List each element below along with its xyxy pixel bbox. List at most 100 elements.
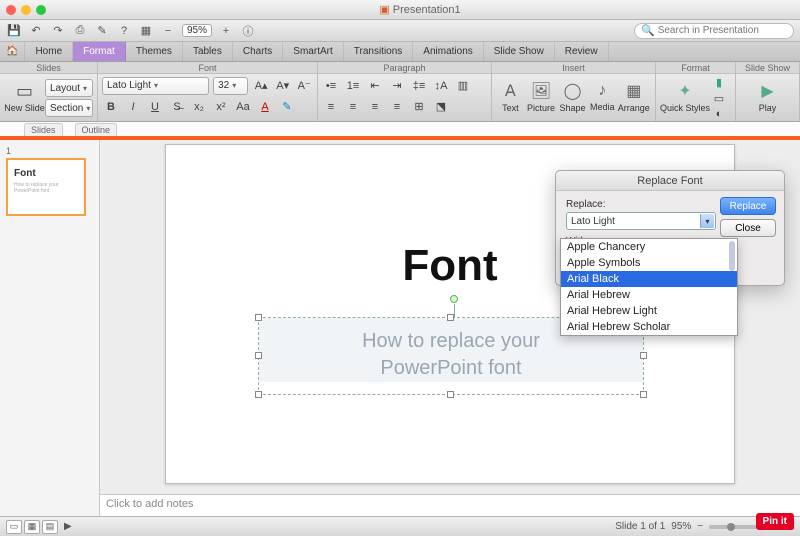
normal-view-button[interactable]: ▭ — [6, 520, 22, 534]
quick-styles-button[interactable]: ✦Quick Styles — [660, 75, 710, 119]
text-direction-button[interactable]: ↕A — [432, 77, 450, 95]
tab-themes[interactable]: Themes — [126, 42, 183, 61]
zoom-out-icon[interactable]: − — [160, 23, 176, 39]
close-button[interactable]: Close — [720, 219, 776, 237]
outline-tab[interactable]: Outline — [75, 123, 118, 136]
increase-indent-button[interactable]: ⇥ — [388, 77, 406, 95]
font-dropdown-list[interactable]: Apple Chancery Apple Symbols Arial Black… — [560, 238, 738, 336]
shape-effects-button[interactable]: ◐ — [710, 107, 728, 121]
replace-font-select[interactable]: Lato Light▾ — [566, 212, 716, 230]
tab-tables[interactable]: Tables — [183, 42, 233, 61]
status-zoom-value[interactable]: 95% — [671, 521, 691, 532]
italic-button[interactable]: I — [124, 98, 142, 116]
layout-select[interactable]: Layout▾ — [45, 79, 93, 97]
font-option[interactable]: Arial Hebrew Scholar — [561, 319, 737, 335]
resize-handle-nw[interactable] — [255, 314, 262, 321]
presenter-view-button[interactable]: ▶ — [64, 521, 72, 532]
save-icon[interactable]: 💾 — [6, 23, 22, 39]
shrink-font-button[interactable]: A▾ — [274, 77, 292, 95]
font-option[interactable]: Apple Symbols — [561, 255, 737, 271]
arrange-button[interactable]: ▦Arrange — [617, 75, 651, 119]
font-color-button[interactable]: A — [256, 98, 274, 116]
search-box[interactable]: 🔍 — [634, 23, 794, 39]
media-button[interactable]: ♪Media — [588, 75, 617, 119]
resize-handle-sw[interactable] — [255, 391, 262, 398]
convert-smartart-button[interactable]: ⬔ — [432, 98, 450, 116]
slides-tab[interactable]: Slides — [24, 123, 63, 136]
slide-thumbnail[interactable]: Font How to replace your PowerPoint font — [6, 158, 86, 216]
resize-handle-se[interactable] — [640, 391, 647, 398]
play-button[interactable]: ▶Play — [747, 75, 789, 119]
close-window-button[interactable] — [6, 5, 16, 15]
picture-button[interactable]: 🖼Picture — [525, 75, 558, 119]
line-spacing-button[interactable]: ‡≡ — [410, 77, 428, 95]
subscript-button[interactable]: x₂ — [190, 98, 208, 116]
sorter-view-button[interactable]: ▦ — [24, 520, 40, 534]
print-icon[interactable]: ⎙ — [72, 23, 88, 39]
tab-home[interactable]: Home — [25, 42, 73, 61]
font-option[interactable]: Arial Hebrew Light — [561, 303, 737, 319]
tab-review[interactable]: Review — [555, 42, 609, 61]
resize-handle-n[interactable] — [447, 314, 454, 321]
tab-animations[interactable]: Animations — [413, 42, 483, 61]
replace-button[interactable]: Replace — [720, 197, 776, 215]
clear-format-button[interactable]: A⁻ — [295, 77, 313, 95]
highlight-button[interactable]: ✎ — [278, 98, 296, 116]
zoom-slider-knob[interactable] — [727, 523, 735, 531]
minimize-window-button[interactable] — [21, 5, 31, 15]
bold-button[interactable]: B — [102, 98, 120, 116]
maximize-window-button[interactable] — [36, 5, 46, 15]
justify-button[interactable]: ≡ — [388, 98, 406, 116]
font-size-select[interactable]: 32▾ — [213, 77, 248, 95]
tab-format[interactable]: Format — [73, 42, 126, 61]
resize-handle-w[interactable] — [255, 352, 262, 359]
font-option[interactable]: Arial Hebrew — [561, 287, 737, 303]
tab-slide-show[interactable]: Slide Show — [484, 42, 555, 61]
tab-home-icon[interactable]: 🏠 — [0, 42, 25, 61]
numbering-button[interactable]: 1≡ — [344, 77, 362, 95]
superscript-button[interactable]: x² — [212, 98, 230, 116]
toolbox-icon[interactable]: ▦ — [138, 23, 154, 39]
resize-handle-s[interactable] — [447, 391, 454, 398]
tab-charts[interactable]: Charts — [233, 42, 283, 61]
dropdown-scrollbar[interactable] — [729, 241, 735, 271]
font-option[interactable]: Apple Chancery — [561, 239, 737, 255]
help-icon[interactable]: ? — [116, 23, 132, 39]
redo-icon[interactable]: ↷ — [50, 23, 66, 39]
columns-button[interactable]: ▥ — [454, 77, 472, 95]
grow-font-button[interactable]: A▴ — [252, 77, 270, 95]
text-box-button[interactable]: 𝖠Text — [496, 75, 525, 119]
search-input[interactable] — [658, 25, 787, 36]
strikethrough-button[interactable]: S̶ — [168, 98, 186, 116]
rotation-handle[interactable] — [450, 295, 458, 303]
align-left-button[interactable]: ≡ — [322, 98, 340, 116]
slide-thumbnail-pane[interactable]: 1 Font How to replace your PowerPoint fo… — [0, 140, 100, 516]
underline-button[interactable]: U — [146, 98, 164, 116]
shape-outline-button[interactable]: ▭ — [710, 91, 728, 106]
zoom-out-button[interactable]: − — [697, 521, 703, 532]
zoom-value[interactable]: 95% — [182, 24, 212, 37]
pin-it-button[interactable]: Pin it — [756, 513, 794, 530]
zoom-in-icon[interactable]: + — [218, 23, 234, 39]
info-icon[interactable]: ⓘ — [240, 23, 256, 39]
undo-icon[interactable]: ↶ — [28, 23, 44, 39]
section-select[interactable]: Section▾ — [45, 99, 93, 117]
paintbrush-icon[interactable]: ✎ — [94, 23, 110, 39]
align-right-button[interactable]: ≡ — [366, 98, 384, 116]
shape-fill-button[interactable]: ▮ — [710, 75, 728, 90]
tab-smartart[interactable]: SmartArt — [283, 42, 343, 61]
tab-transitions[interactable]: Transitions — [344, 42, 414, 61]
resize-handle-e[interactable] — [640, 352, 647, 359]
decrease-indent-button[interactable]: ⇤ — [366, 77, 384, 95]
align-center-button[interactable]: ≡ — [344, 98, 362, 116]
font-name-select[interactable]: Lato Light▾ — [102, 77, 209, 95]
shape-button[interactable]: ◯Shape — [557, 75, 588, 119]
reading-view-button[interactable]: ▤ — [42, 520, 58, 534]
bullets-button[interactable]: •≡ — [322, 77, 340, 95]
align-text-button[interactable]: ⊞ — [410, 98, 428, 116]
change-case-button[interactable]: Aa — [234, 98, 252, 116]
notes-pane[interactable]: Click to add notes — [100, 494, 800, 516]
new-slide-button[interactable]: ▭ New Slide — [4, 75, 45, 119]
font-option-selected[interactable]: Arial Black — [561, 271, 737, 287]
dialog-title[interactable]: Replace Font — [556, 171, 784, 191]
